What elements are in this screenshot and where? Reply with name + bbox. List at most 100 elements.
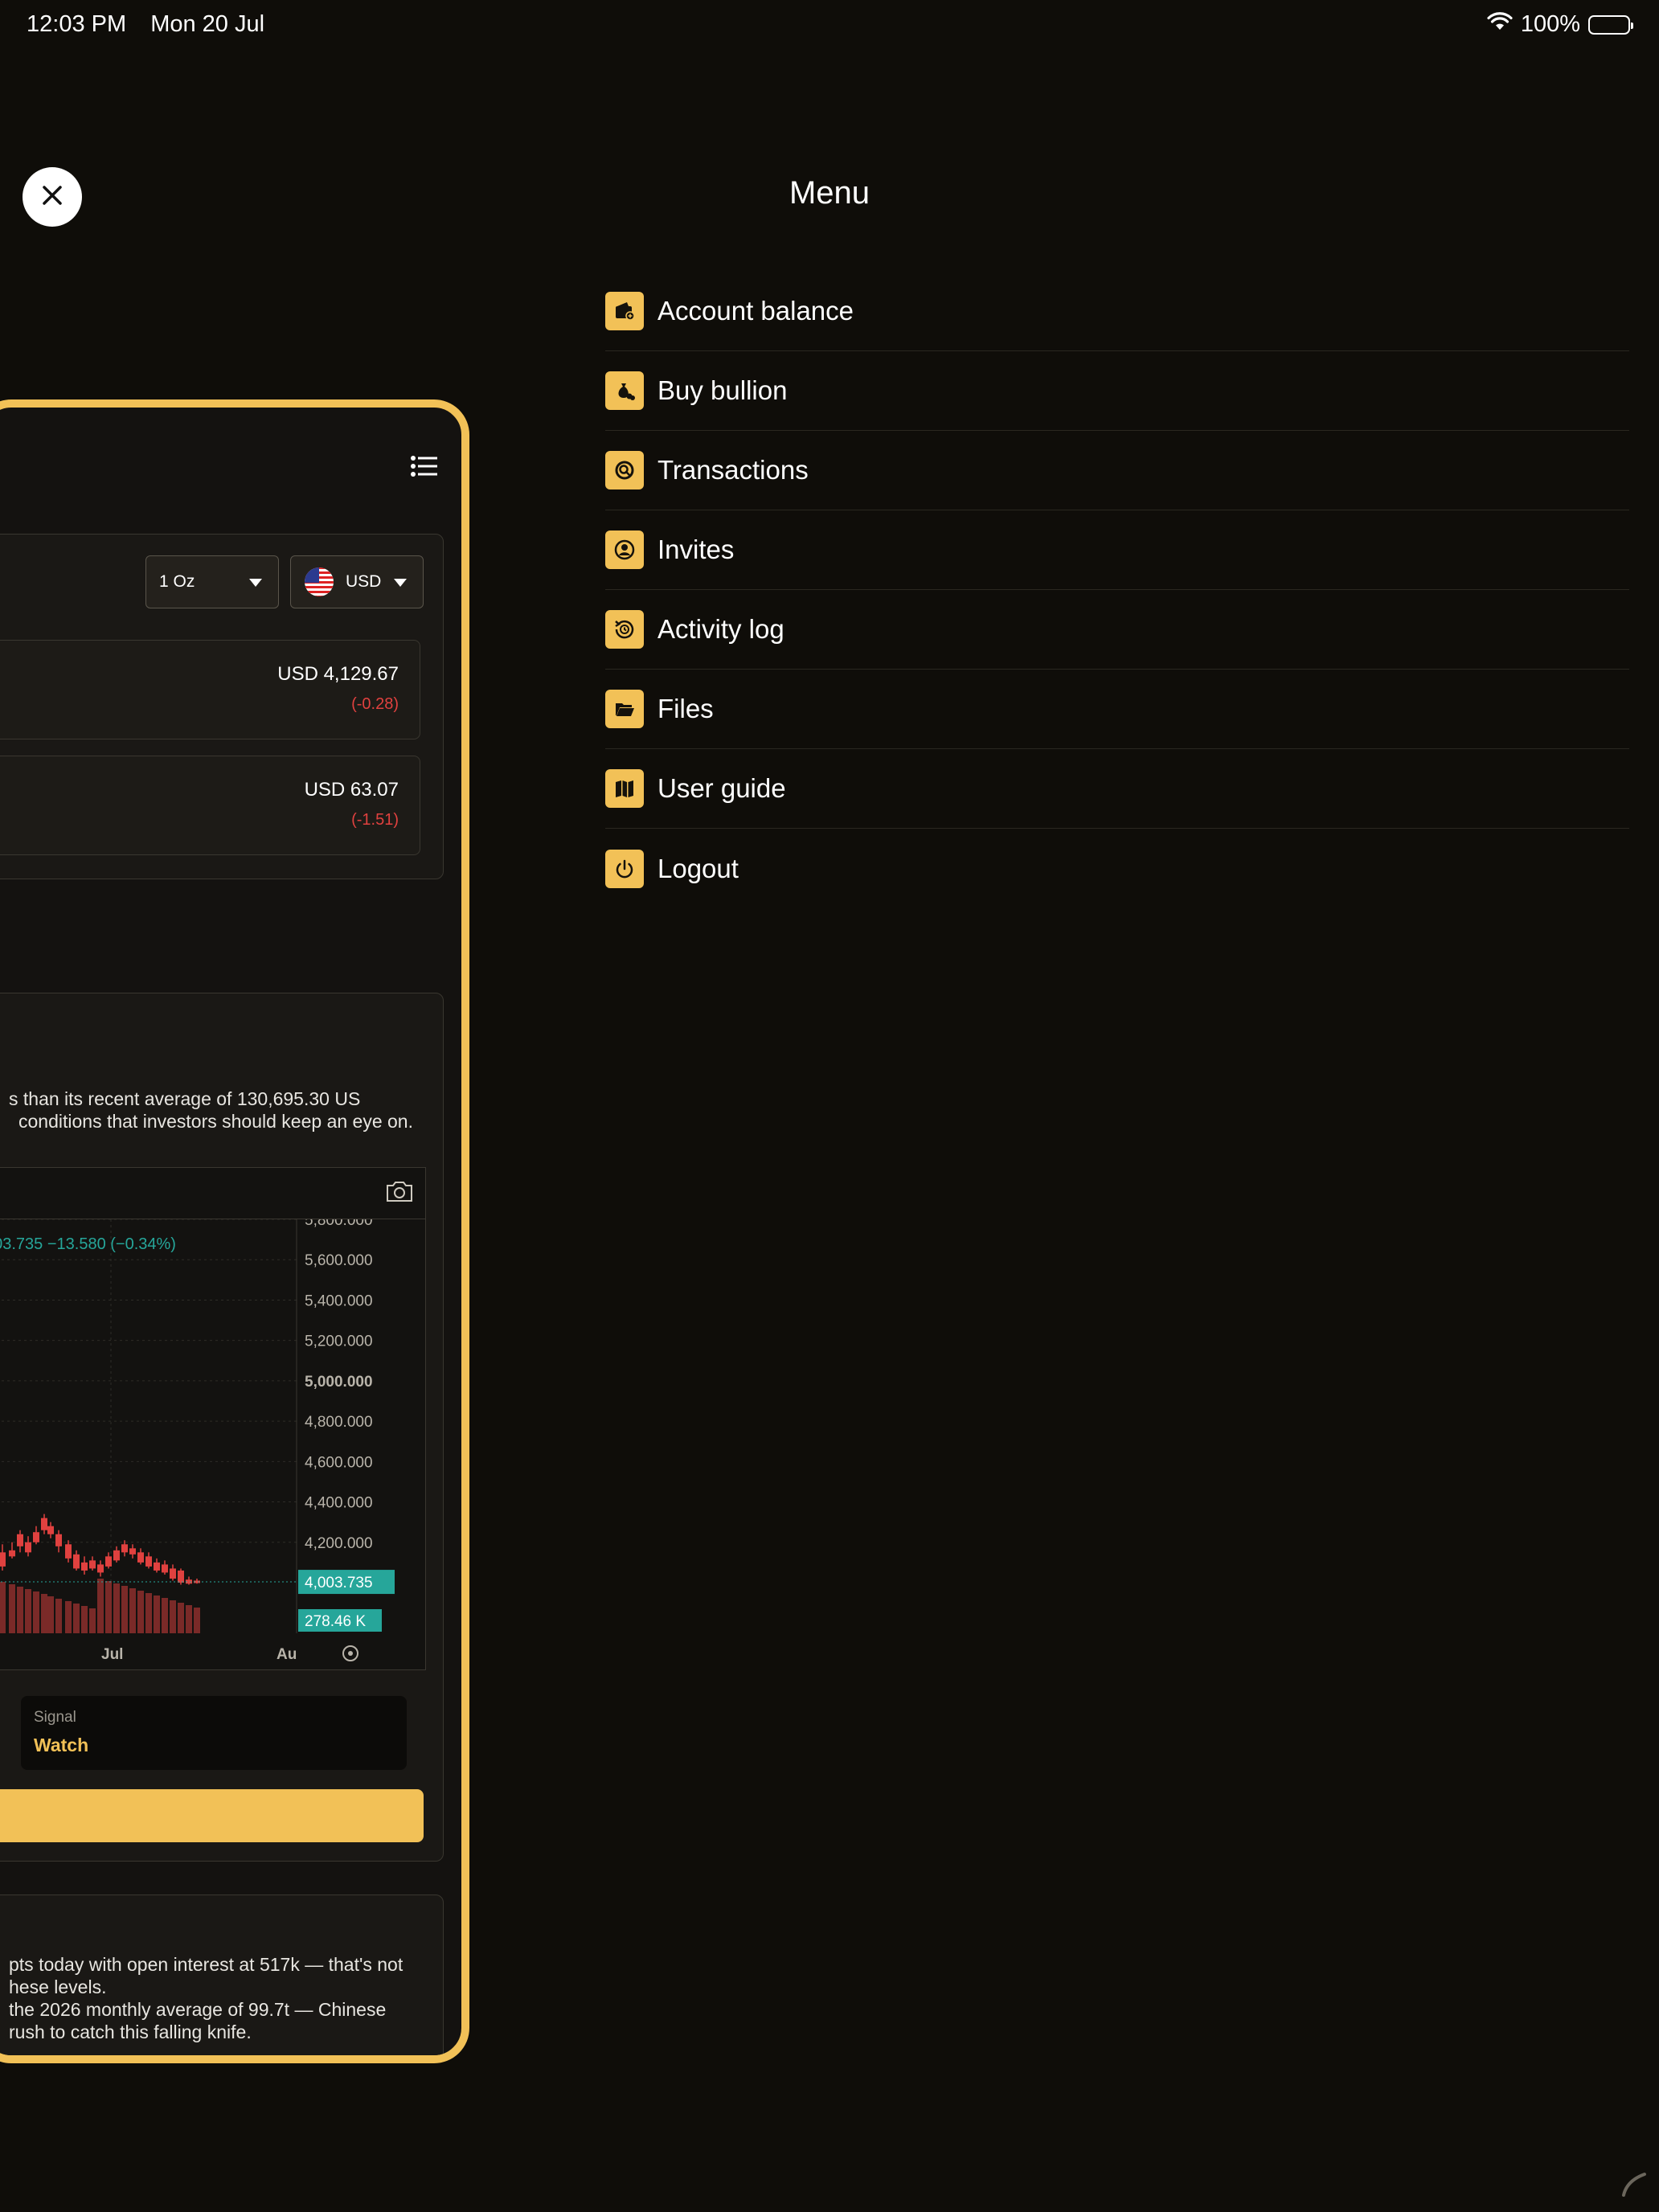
- analysis-panel: s than its recent average of 130,695.30 …: [0, 993, 444, 1862]
- battery-icon: [1588, 14, 1633, 35]
- candle: [73, 1554, 80, 1569]
- candle: [113, 1550, 120, 1561]
- chevron-down-icon: [249, 579, 262, 587]
- folder-icon: [605, 690, 644, 728]
- candle: [0, 1552, 6, 1567]
- y-tick-label: 4,600.000: [305, 1454, 373, 1471]
- status-bar-left: 12:03 PM Mon 20 Jul: [27, 11, 282, 38]
- currency-select[interactable]: USD: [290, 555, 424, 608]
- volume-bar: [194, 1608, 200, 1633]
- weight-select[interactable]: 1 Oz: [145, 555, 279, 608]
- list-icon[interactable]: [410, 454, 437, 482]
- candle: [154, 1562, 160, 1571]
- news-text-line: pts today with open interest at 517k — t…: [9, 1954, 403, 1975]
- wifi-icon: [1487, 11, 1513, 38]
- news-panel: pts today with open interest at 517k — t…: [0, 1895, 444, 2055]
- menu-item-label: Transactions: [657, 455, 809, 485]
- money-bag-icon: [605, 371, 644, 410]
- volume-bar: [65, 1601, 72, 1633]
- volume-bar: [178, 1603, 184, 1633]
- volume-bar: [145, 1593, 152, 1633]
- candle: [178, 1570, 184, 1583]
- map-icon: [605, 769, 644, 808]
- menu-item-activity-log[interactable]: Activity log: [605, 590, 1629, 670]
- chart-svg: 5,800.000 5,600.000 5,400.000 5,200.000 5,00…: [0, 1212, 395, 1663]
- candle: [17, 1534, 23, 1546]
- menu-item-logout[interactable]: Logout: [605, 829, 1629, 908]
- volume-bar: [25, 1589, 31, 1633]
- price-change: (-0.28): [351, 695, 399, 713]
- y-tick-label: 5,600.000: [305, 1252, 373, 1269]
- volume-bar: [186, 1605, 192, 1633]
- volume-bar: [73, 1604, 80, 1633]
- price-row-silver[interactable]: USD 63.07 (-1.51): [0, 756, 420, 855]
- y-tick-label: 5,800.000: [305, 1219, 373, 1229]
- weight-select-value: 1 Oz: [159, 572, 195, 591]
- wallet-icon: [605, 292, 644, 330]
- battery-percent: 100%: [1520, 11, 1580, 37]
- candle: [97, 1564, 104, 1573]
- app-preview-card[interactable]: 1 Oz USD USD 4,129.67 (-0.28) USD 63.07 …: [0, 399, 469, 2063]
- signal-value: Watch: [34, 1735, 89, 1755]
- menu-item-label: Files: [657, 694, 714, 723]
- scroll-indicator-icon: [1620, 2169, 1649, 2202]
- menu-item-account-balance[interactable]: Account balance: [605, 272, 1629, 351]
- volume-bar: [129, 1588, 136, 1633]
- menu-item-transactions[interactable]: Transactions: [605, 431, 1629, 510]
- y-tick-label: 5,400.000: [305, 1292, 373, 1309]
- analysis-text-line: s than its recent average of 130,695.30 …: [9, 1088, 361, 1109]
- us-flag-icon: [304, 567, 334, 597]
- candle: [25, 1542, 31, 1553]
- menu-item-label: Activity log: [657, 614, 784, 644]
- history-icon: [605, 610, 644, 649]
- price-chart[interactable]: 5,800.000 5,600.000 5,400.000 5,200.000 5,00…: [0, 1167, 426, 1670]
- menu-item-label: Logout: [657, 853, 739, 883]
- volume-bar: [162, 1598, 168, 1633]
- status-date: Mon 20 Jul: [150, 11, 265, 37]
- volume-bar: [89, 1608, 96, 1633]
- candle: [137, 1552, 144, 1563]
- volume-bar: [113, 1583, 120, 1633]
- price-panel: 1 Oz USD USD 4,129.67 (-0.28) USD 63.07 …: [0, 534, 444, 879]
- volume-bar: [121, 1586, 128, 1633]
- menu-item-user-guide[interactable]: User guide: [605, 749, 1629, 829]
- volume-bar: [137, 1591, 144, 1633]
- news-text-line: the 2026 monthly average of 99.7t — Chin…: [9, 1999, 387, 2020]
- status-time: 12:03 PM: [27, 11, 127, 37]
- volume-bar: [0, 1582, 6, 1633]
- currency-select-value: USD: [346, 572, 382, 591]
- volume-bar: [17, 1587, 23, 1633]
- menu-title: Menu: [789, 175, 870, 211]
- last-price-label: 4,003.735: [305, 1575, 373, 1591]
- menu-item-buy-bullion[interactable]: Buy bullion: [605, 351, 1629, 431]
- news-text-line: hese levels.: [9, 1976, 107, 1997]
- candle: [89, 1560, 96, 1569]
- signal-label: Signal: [34, 1709, 76, 1726]
- candle: [121, 1544, 128, 1553]
- candle: [129, 1548, 136, 1555]
- price-change: (-1.51): [351, 811, 399, 829]
- camera-icon[interactable]: [385, 1179, 414, 1207]
- menu-item-files[interactable]: Files: [605, 670, 1629, 749]
- chart-plot-area[interactable]: 5,800.000 5,600.000 5,400.000 5,200.000 5,00…: [0, 1212, 425, 1671]
- chevron-down-icon: [394, 579, 407, 587]
- price-row-gold[interactable]: USD 4,129.67 (-0.28): [0, 640, 420, 739]
- menu-item-invites[interactable]: Invites: [605, 510, 1629, 590]
- action-button[interactable]: [0, 1789, 424, 1842]
- volume-bar: [97, 1579, 104, 1633]
- volume-bar: [41, 1594, 47, 1633]
- chart-toolbar: [0, 1168, 425, 1219]
- price-value: USD 63.07: [304, 779, 399, 801]
- candle: [105, 1556, 112, 1567]
- volume-label: 278.46 K: [305, 1613, 366, 1630]
- menu-list: Account balance Buy bullion Transactions…: [605, 272, 1629, 908]
- settings-icon-center: [348, 1651, 353, 1656]
- y-tick-label: 4,400.000: [305, 1495, 373, 1512]
- y-tick-label: 4,200.000: [305, 1535, 373, 1552]
- volume-bar: [105, 1581, 112, 1633]
- power-icon: [605, 849, 644, 888]
- candle: [145, 1556, 152, 1567]
- volume-bar: [55, 1599, 62, 1633]
- candle: [9, 1550, 15, 1557]
- user-icon: [605, 530, 644, 569]
